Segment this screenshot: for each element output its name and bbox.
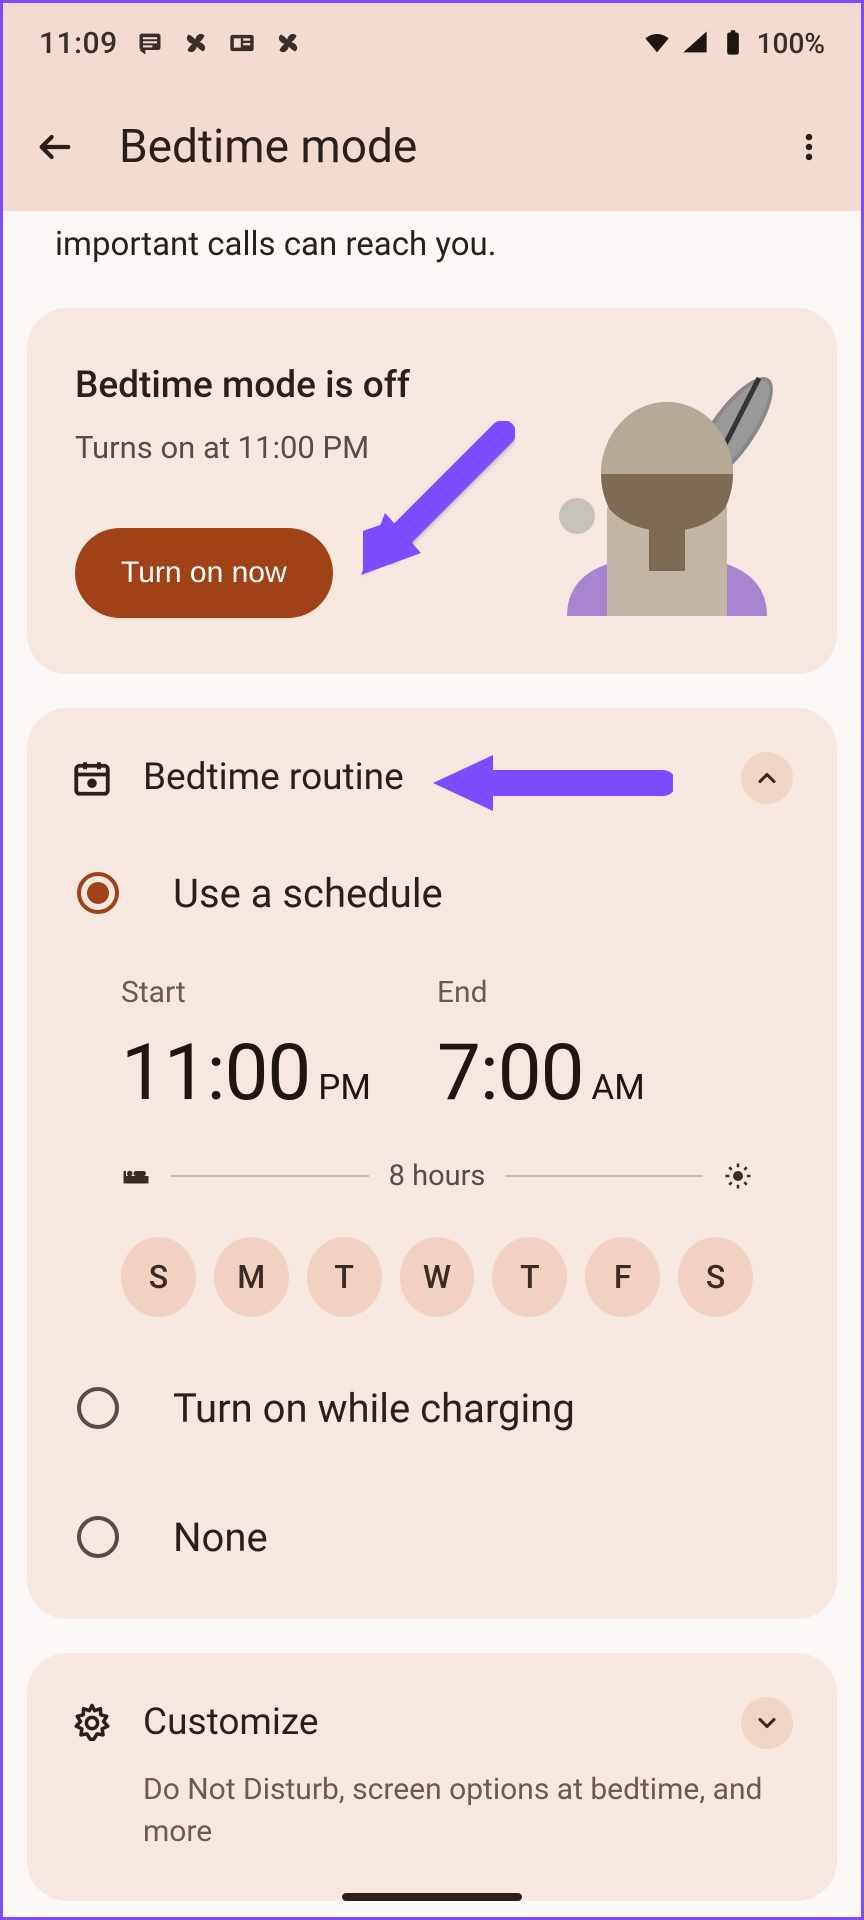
status-time: 11:09 — [39, 26, 118, 61]
navigation-bar-handle[interactable] — [342, 1893, 522, 1901]
back-button[interactable] — [31, 123, 79, 171]
content-area: important calls can reach you. Bedtime m… — [3, 211, 861, 1901]
option-charging-label: Turn on while charging — [173, 1385, 575, 1432]
customize-card[interactable]: Customize Do Not Disturb, screen options… — [27, 1653, 837, 1901]
gear-icon — [71, 1702, 113, 1744]
more-menu-button[interactable] — [785, 123, 833, 171]
routine-title: Bedtime routine — [143, 756, 711, 799]
status-card: Bedtime mode is off Turns on at 11:00 PM… — [27, 308, 837, 674]
status-right: 100% — [643, 27, 825, 60]
duration-row: 8 hours — [71, 1159, 793, 1193]
battery-text: 100% — [757, 27, 825, 60]
routine-card: Bedtime routine Use a schedule Start 11:… — [27, 708, 837, 1619]
day-tue[interactable]: T — [307, 1237, 382, 1317]
start-ampm: PM — [318, 1067, 371, 1108]
signal-icon — [681, 29, 709, 57]
message-icon — [136, 29, 164, 57]
page-title: Bedtime mode — [119, 120, 745, 174]
start-time-column[interactable]: Start 11:00 PM — [121, 975, 437, 1119]
end-label: End — [437, 975, 753, 1010]
routine-header[interactable]: Bedtime routine — [71, 752, 793, 804]
turn-on-button[interactable]: Turn on now — [75, 528, 333, 618]
option-none-label: None — [173, 1514, 268, 1561]
option-none[interactable]: None — [71, 1500, 793, 1575]
turn-on-button-label: Turn on now — [121, 556, 287, 589]
pinwheel-icon — [182, 29, 210, 57]
chevron-up-icon — [753, 764, 781, 792]
day-fri[interactable]: F — [585, 1237, 660, 1317]
day-sun[interactable]: S — [121, 1237, 196, 1317]
intro-text: important calls can reach you. — [27, 211, 837, 308]
option-while-charging[interactable]: Turn on while charging — [71, 1371, 793, 1446]
customize-header: Customize — [71, 1697, 793, 1749]
day-thu[interactable]: T — [492, 1237, 567, 1317]
status-left: 11:09 — [39, 26, 302, 61]
start-time: 11:00 — [121, 1028, 310, 1119]
radio-unselected[interactable] — [77, 1387, 119, 1429]
wifi-icon — [643, 29, 671, 57]
pinwheel-icon-2 — [274, 29, 302, 57]
radio-unselected[interactable] — [77, 1516, 119, 1558]
duration-text: 8 hours — [389, 1159, 486, 1193]
day-wed[interactable]: W — [400, 1237, 475, 1317]
chevron-down-icon — [753, 1709, 781, 1737]
end-time: 7:00 — [437, 1028, 583, 1119]
days-of-week-row: S M T W T F S — [71, 1237, 793, 1317]
app-bar: Bedtime mode — [3, 83, 861, 211]
more-vert-icon — [792, 130, 826, 164]
time-picker-row: Start 11:00 PM End 7:00 AM — [71, 975, 793, 1119]
calendar-icon — [71, 757, 113, 799]
sun-icon — [723, 1161, 753, 1191]
day-mon[interactable]: M — [214, 1237, 289, 1317]
start-label: Start — [121, 975, 437, 1010]
collapse-button[interactable] — [741, 752, 793, 804]
expand-button[interactable] — [741, 1697, 793, 1749]
arrow-left-icon — [35, 127, 75, 167]
status-bar: 11:09 100% — [3, 3, 861, 83]
end-ampm: AM — [591, 1067, 644, 1108]
radio-selected[interactable] — [77, 872, 119, 914]
battery-icon — [719, 29, 747, 57]
news-icon — [228, 29, 256, 57]
bedtime-illustration — [537, 356, 797, 616]
option-schedule-label: Use a schedule — [173, 870, 443, 917]
customize-subtitle: Do Not Disturb, screen options at bedtim… — [143, 1769, 793, 1853]
end-time-column[interactable]: End 7:00 AM — [437, 975, 753, 1119]
day-sat[interactable]: S — [678, 1237, 753, 1317]
option-use-schedule[interactable]: Use a schedule — [71, 856, 793, 931]
customize-title: Customize — [143, 1701, 711, 1744]
bed-icon — [121, 1161, 151, 1191]
